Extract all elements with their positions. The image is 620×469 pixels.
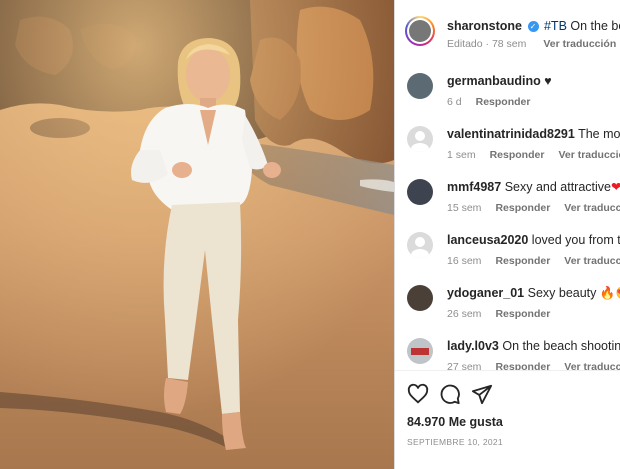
comment-username[interactable]: lady.l0v3 — [447, 339, 499, 353]
commenter-avatar[interactable] — [407, 179, 433, 205]
reply-button[interactable]: Responder — [495, 202, 550, 214]
reply-button[interactable]: Responder — [490, 149, 545, 161]
speech-bubble-icon[interactable] — [439, 383, 461, 405]
verified-badge-icon: ✓ — [527, 21, 539, 32]
comment-text: Sexy and attractive — [504, 180, 611, 194]
caption-text: On the beach s — [570, 19, 620, 33]
fire-emoji: 🔥😍 — [599, 286, 620, 300]
comment-username[interactable]: lanceusa2020 — [447, 233, 528, 247]
paper-plane-icon[interactable] — [471, 383, 493, 405]
author-username[interactable]: sharonstone — [447, 19, 522, 33]
commenter-avatar[interactable] — [407, 73, 433, 99]
comment-username[interactable]: valentinatrinidad8291 — [447, 127, 575, 141]
comment-text: Sexy beauty — [527, 286, 597, 300]
commenter-avatar[interactable] — [407, 285, 433, 311]
post-photo[interactable] — [0, 0, 394, 469]
commenter-avatar[interactable] — [407, 338, 433, 364]
translate-link[interactable]: Ver traducción — [564, 202, 620, 214]
reply-button[interactable]: Responder — [476, 96, 531, 108]
comment-text: ♥ — [544, 74, 552, 88]
comment-text: On the beach shooting th — [502, 339, 620, 353]
comment-time: 15 sem — [447, 202, 482, 214]
heart-emoji: ❤❤ — [611, 180, 620, 194]
translate-link[interactable]: Ver traducción — [564, 361, 620, 370]
comment-text: loved you from that — [531, 233, 620, 247]
comment-time: 6 d — [447, 96, 462, 108]
reply-button[interactable]: Responder — [495, 361, 550, 370]
commenter-avatar-placeholder-icon[interactable] — [407, 126, 433, 152]
heart-outline-icon[interactable] — [407, 383, 429, 405]
comment-time: 27 sem — [447, 361, 482, 370]
translate-link[interactable]: Ver traducción — [558, 149, 620, 161]
author-avatar[interactable] — [405, 16, 435, 46]
comment-time: 16 sem — [447, 255, 482, 267]
comment-username[interactable]: mmf4987 — [447, 180, 501, 194]
comment-username[interactable]: ydoganer_01 — [447, 286, 524, 300]
comments-panel: sharonstone ✓ #TB On the beach s Editado… — [395, 0, 620, 469]
comment-time: 1 sem — [447, 149, 476, 161]
comment-username[interactable]: germanbaudino — [447, 74, 541, 88]
post-date: SEPTIEMBRE 10, 2021 — [407, 437, 503, 447]
comment-time: 26 sem — [447, 308, 482, 320]
caption-hashtag[interactable]: #TB — [544, 19, 567, 33]
caption-edited-time: Editado · 78 sem — [447, 38, 527, 50]
likes-count[interactable]: 84.970 Me gusta — [407, 415, 503, 429]
comments-list[interactable]: sharonstone ✓ #TB On the beach s Editado… — [395, 0, 620, 370]
translate-link[interactable]: Ver traducción — [564, 255, 620, 267]
reply-button[interactable]: Responder — [495, 308, 550, 320]
commenter-avatar-placeholder-icon[interactable] — [407, 232, 433, 258]
comment-text: The most be — [578, 127, 620, 141]
reply-button[interactable]: Responder — [495, 255, 550, 267]
post-actions: 84.970 Me gusta SEPTIEMBRE 10, 2021 — [395, 370, 620, 469]
caption-translate-link[interactable]: Ver traducción — [543, 38, 616, 50]
beach-photo-image — [0, 0, 394, 469]
